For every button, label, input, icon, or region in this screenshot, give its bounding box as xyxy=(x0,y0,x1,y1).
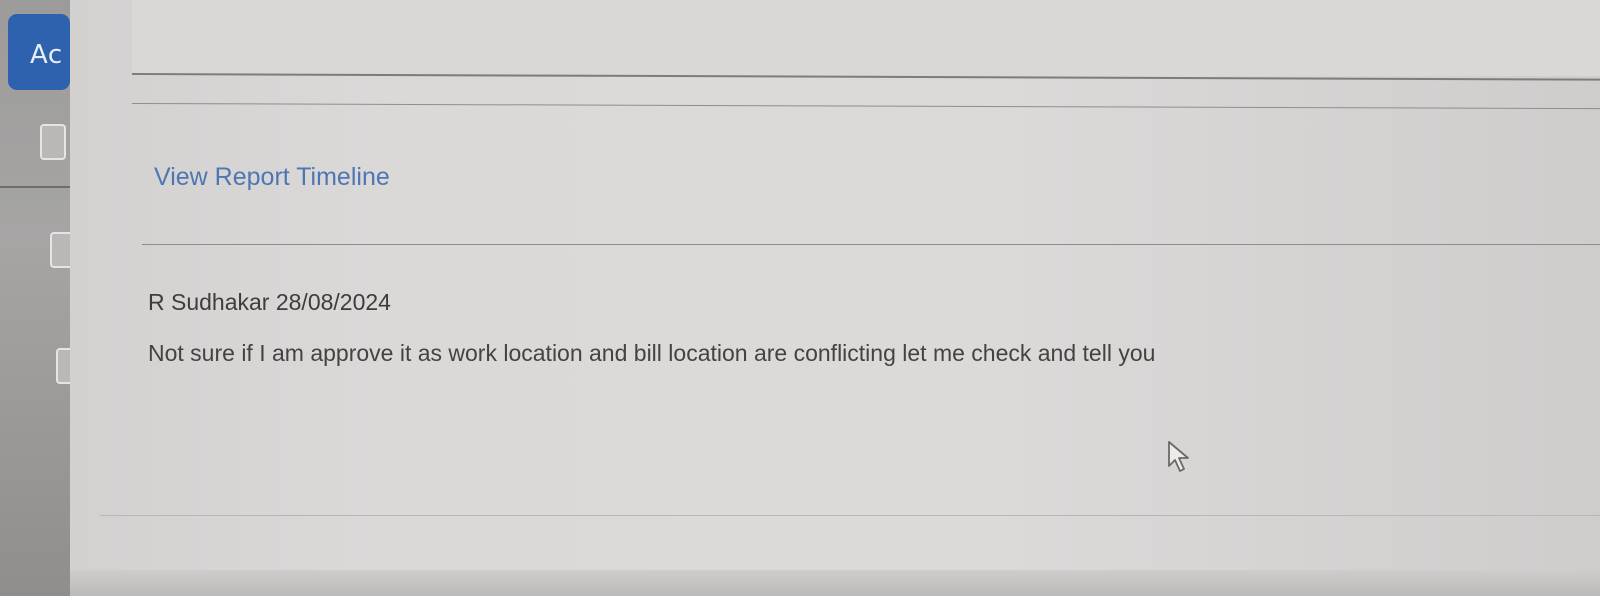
report-detail-panel: View Report Timeline R Sudhakar 28/08/20… xyxy=(70,0,1600,596)
comment-author-date: R Sudhakar 28/08/2024 xyxy=(148,289,391,315)
panel-footer xyxy=(70,570,1600,596)
comment-text: Not sure if I am approve it as work loca… xyxy=(148,340,1156,366)
action-button[interactable]: Ac xyxy=(8,14,70,90)
rail-divider xyxy=(0,186,70,188)
top-field[interactable] xyxy=(132,0,1600,76)
row-checkbox-1[interactable] xyxy=(40,124,66,160)
divider xyxy=(131,103,1600,110)
view-report-timeline-link[interactable]: View Report Timeline xyxy=(154,163,390,192)
screen: Ac View Report Timeline R Sudhakar 28/08… xyxy=(0,0,1600,596)
divider xyxy=(100,515,1600,516)
divider xyxy=(142,244,1600,245)
mouse-pointer-icon xyxy=(1168,441,1189,472)
